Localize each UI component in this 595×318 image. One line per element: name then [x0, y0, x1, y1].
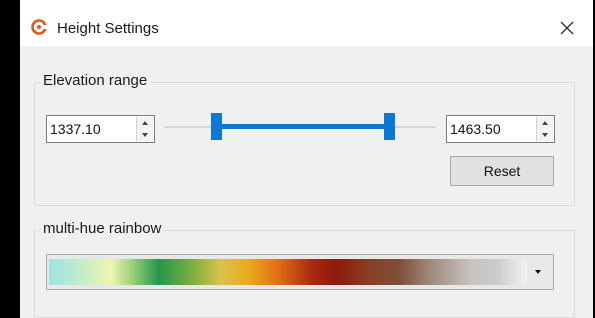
- colormap-gradient-preview: [49, 259, 527, 285]
- max-elevation-value[interactable]: 1463.50: [450, 121, 501, 137]
- elevation-slider-selected-range[interactable]: [216, 124, 390, 129]
- max-elevation-spinbox[interactable]: 1463.50: [446, 115, 555, 143]
- reset-button[interactable]: Reset: [450, 156, 554, 186]
- spin-down-icon[interactable]: [537, 129, 553, 141]
- spin-down-icon[interactable]: [137, 129, 153, 141]
- spin-up-icon[interactable]: [137, 117, 153, 129]
- chevron-down-icon[interactable]: [531, 267, 545, 277]
- max-spin-arrows: [536, 117, 553, 141]
- title-bar: Height Settings: [20, 0, 593, 46]
- colormap-group-title: multi-hue rainbow: [40, 220, 165, 238]
- height-settings-dialog: Height Settings Elevation range 1337.10 …: [20, 0, 593, 318]
- elevation-slider-min-handle[interactable]: [211, 113, 222, 140]
- app-logo-icon: [31, 19, 47, 35]
- min-spin-arrows: [136, 117, 153, 141]
- elevation-range-title: Elevation range: [40, 72, 151, 90]
- spin-up-icon[interactable]: [537, 117, 553, 129]
- min-elevation-value[interactable]: 1337.10: [50, 121, 101, 137]
- window-title: Height Settings: [57, 20, 159, 37]
- min-elevation-spinbox[interactable]: 1337.10: [46, 115, 155, 143]
- elevation-range-group: [34, 82, 575, 206]
- colormap-select[interactable]: [46, 254, 554, 290]
- close-icon[interactable]: [556, 17, 578, 39]
- elevation-slider-max-handle[interactable]: [384, 113, 395, 140]
